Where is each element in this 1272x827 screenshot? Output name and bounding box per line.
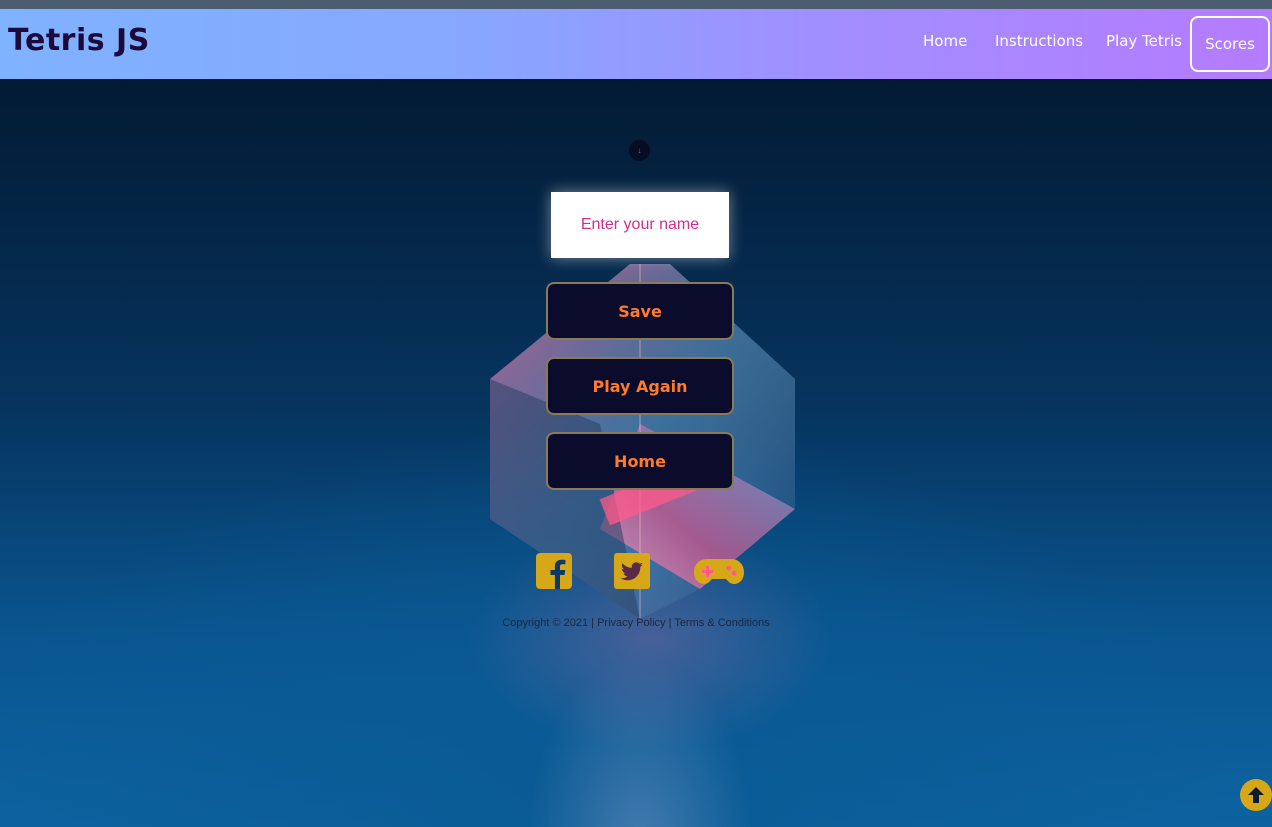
footer: Copyright © 2021 | Privacy Policy | Term… [0, 617, 1272, 629]
back-to-top-button[interactable] [1240, 779, 1272, 811]
nav-instructions[interactable]: Instructions [995, 32, 1083, 50]
privacy-policy-link[interactable]: Privacy Policy [597, 617, 665, 629]
copyright-text: Copyright © 2021 [502, 617, 589, 629]
arrow-up-icon [1248, 787, 1264, 803]
nav-scores-active[interactable]: Scores [1190, 16, 1270, 72]
score-indicator: ↓ [629, 140, 650, 161]
browser-top-strip [0, 0, 1272, 9]
gamepad-icon[interactable] [693, 553, 745, 589]
site-logo[interactable]: Tetris JS [8, 23, 150, 58]
navbar: Tetris JS Home Instructions Play Tetris … [0, 9, 1272, 79]
footer-separator: | [588, 617, 598, 629]
save-button[interactable]: Save [546, 282, 734, 340]
nav-play-tetris[interactable]: Play Tetris [1106, 32, 1182, 50]
nav-home[interactable]: Home [923, 32, 967, 50]
name-input[interactable] [551, 192, 729, 258]
terms-link[interactable]: Terms & Conditions [674, 617, 769, 629]
facebook-icon[interactable] [536, 553, 572, 589]
play-again-button[interactable]: Play Again [546, 357, 734, 415]
twitter-icon[interactable] [614, 553, 650, 589]
home-button[interactable]: Home [546, 432, 734, 490]
footer-separator: | [665, 617, 675, 629]
